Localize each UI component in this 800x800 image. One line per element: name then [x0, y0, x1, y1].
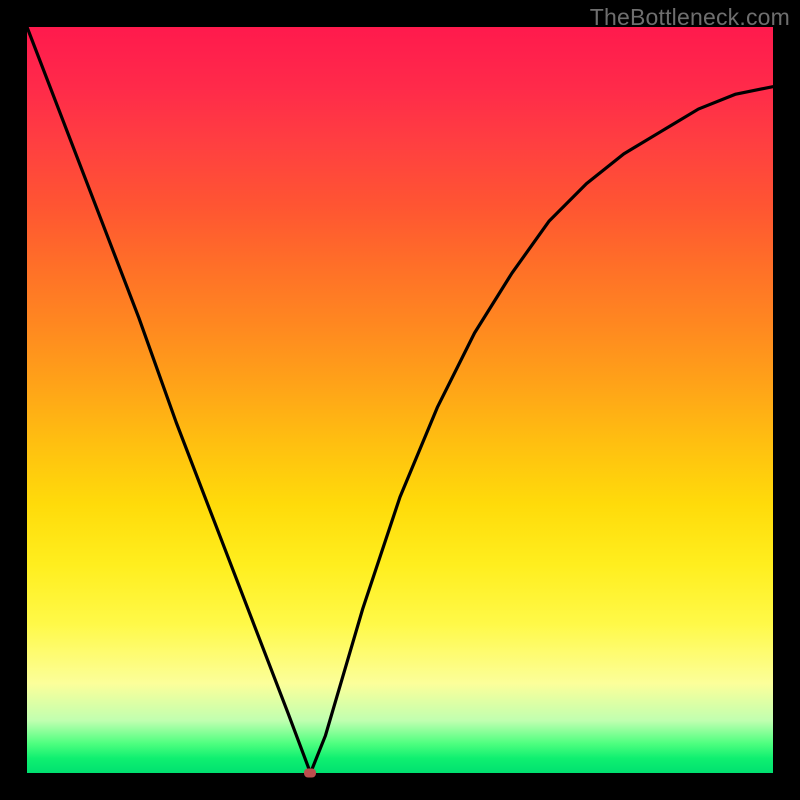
chart-frame: TheBottleneck.com [0, 0, 800, 800]
bottleneck-curve [27, 27, 773, 773]
plot-area [27, 27, 773, 773]
optimal-marker [304, 769, 316, 778]
watermark-text: TheBottleneck.com [590, 4, 790, 31]
